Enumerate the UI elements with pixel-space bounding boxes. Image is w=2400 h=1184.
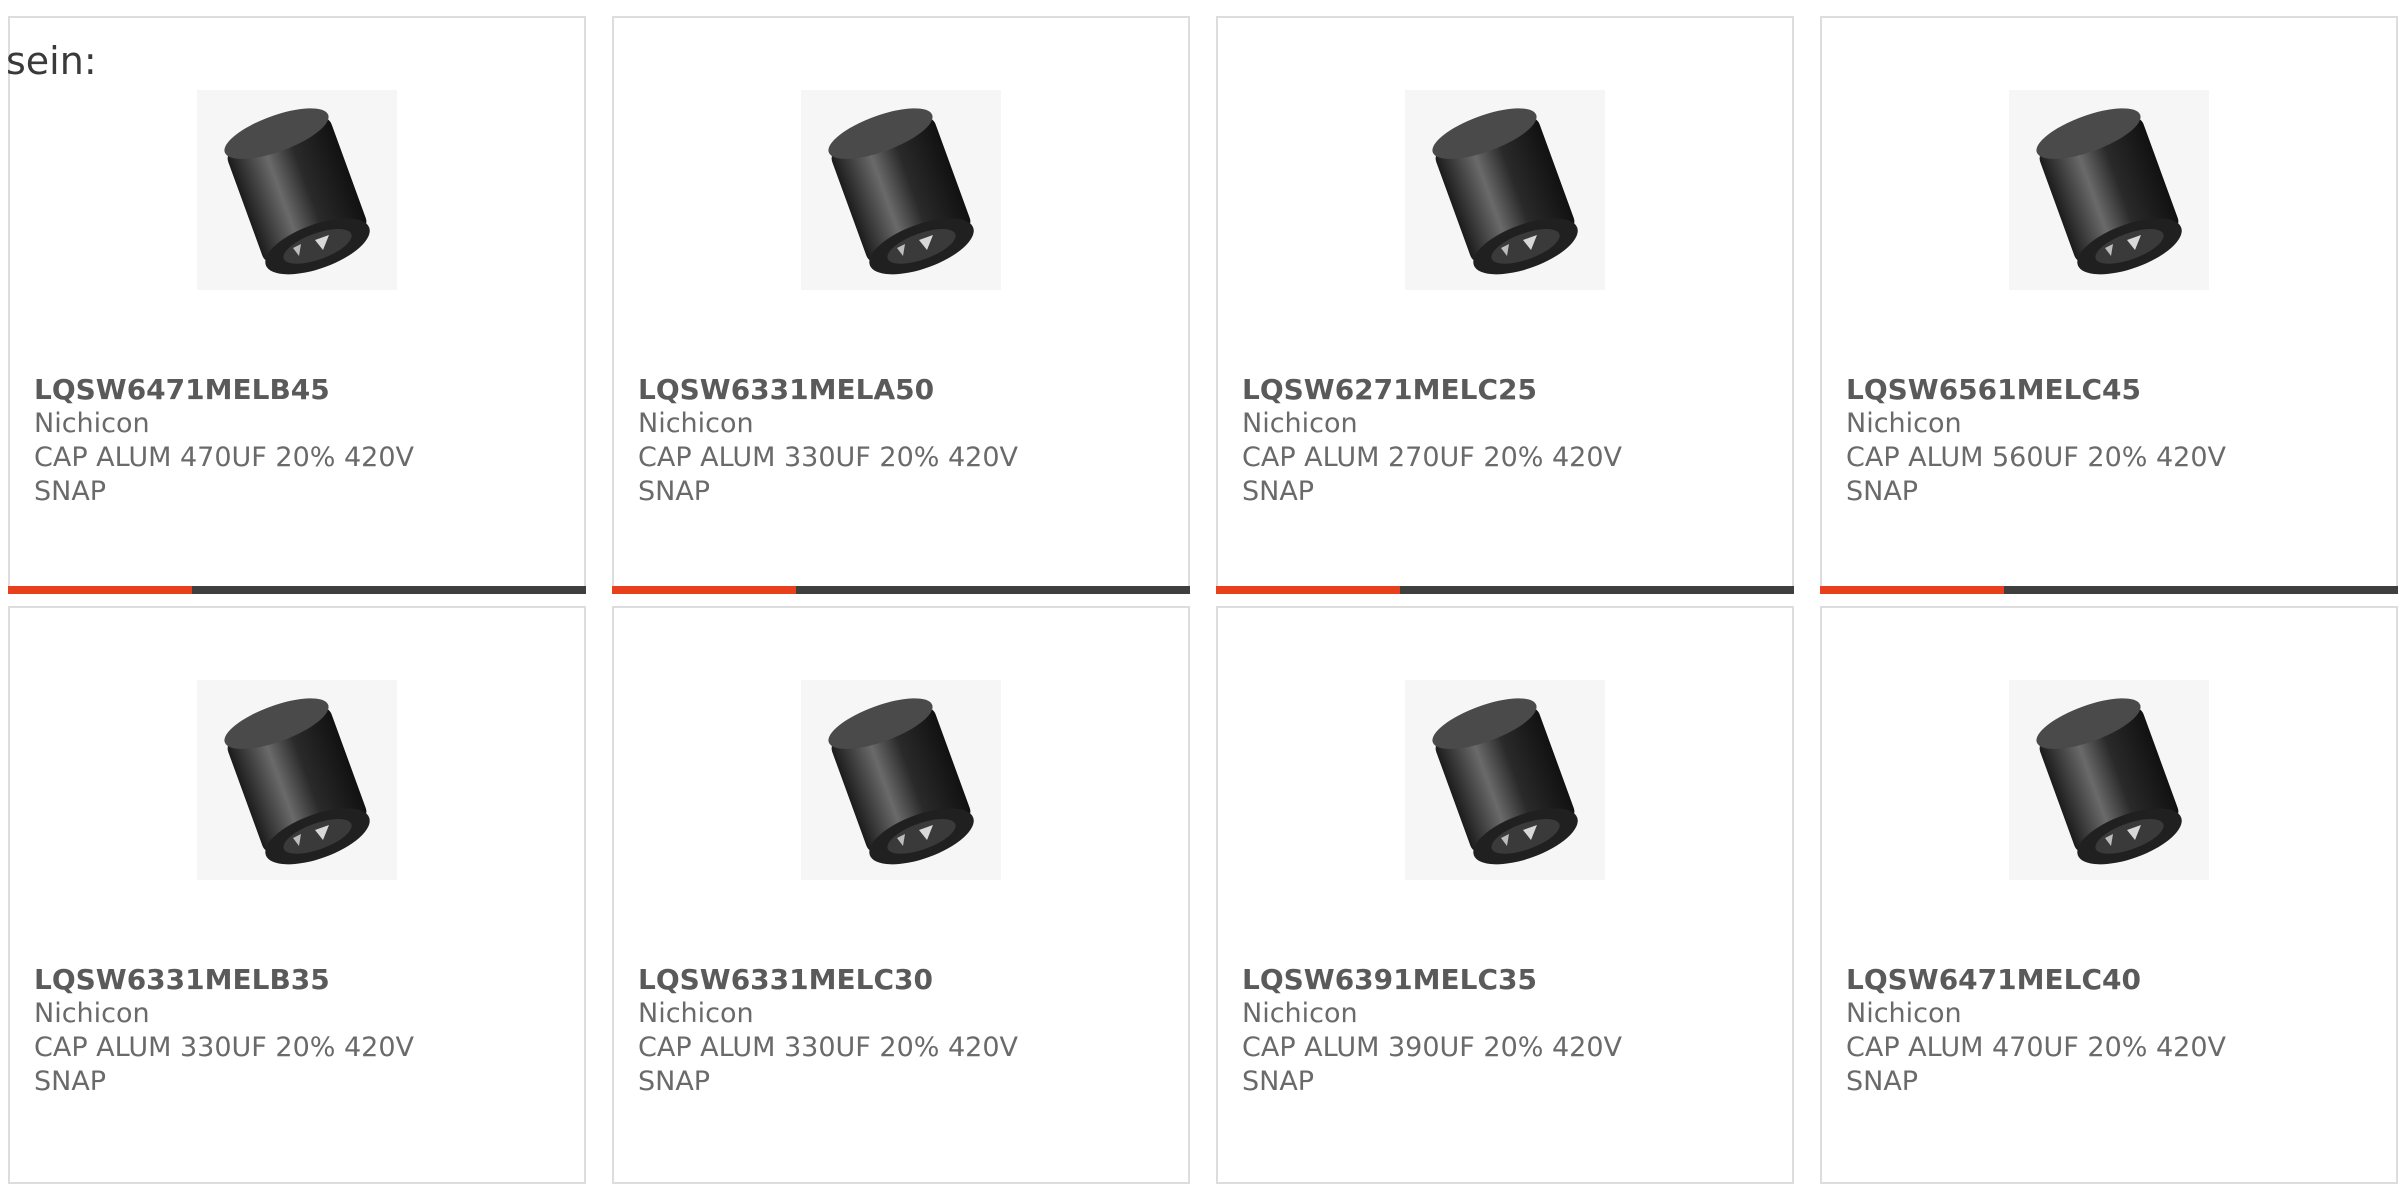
capacitor-icon[interactable]	[1405, 90, 1605, 290]
capacitor-icon[interactable]	[1405, 680, 1605, 880]
description: CAP ALUM 470UF 20% 420V	[34, 442, 415, 473]
manufacturer: Nichicon	[638, 408, 754, 439]
description: CAP ALUM 390UF 20% 420V	[1242, 1032, 1623, 1063]
product-card[interactable]: LQSW6271MELC25 Nichicon CAP ALUM 270UF 2…	[1216, 16, 1794, 594]
description: CAP ALUM 560UF 20% 420V	[1846, 442, 2227, 473]
description-suffix: SNAP	[34, 1066, 107, 1097]
manufacturer: Nichicon	[638, 998, 754, 1029]
description: CAP ALUM 270UF 20% 420V	[1242, 442, 1623, 473]
description-suffix: SNAP	[638, 1066, 711, 1097]
description-suffix: SNAP	[1846, 1066, 1919, 1097]
product-card[interactable]: LQSW6391MELC35 Nichicon CAP ALUM 390UF 2…	[1216, 606, 1794, 1184]
manufacturer: Nichicon	[34, 408, 150, 439]
product-grid: LQSW6471MELB45 Nichicon CAP ALUM 470UF 2…	[0, 0, 2400, 1184]
card-accent	[612, 586, 796, 594]
part-number[interactable]: LQSW6471MELC40	[1846, 963, 2356, 997]
card-accent	[8, 586, 192, 594]
part-number[interactable]: LQSW6271MELC25	[1242, 373, 1752, 407]
description-suffix: SNAP	[1846, 476, 1919, 507]
capacitor-icon[interactable]	[197, 90, 397, 290]
product-card[interactable]: LQSW6331MELB35 Nichicon CAP ALUM 330UF 2…	[8, 606, 586, 1184]
part-number[interactable]: LQSW6471MELB45	[34, 373, 544, 407]
part-number[interactable]: LQSW6561MELC45	[1846, 373, 2356, 407]
card-bottom-bar	[8, 586, 586, 594]
manufacturer: Nichicon	[1242, 408, 1358, 439]
card-accent	[1216, 586, 1400, 594]
product-card[interactable]: LQSW6561MELC45 Nichicon CAP ALUM 560UF 2…	[1820, 16, 2398, 594]
description: CAP ALUM 330UF 20% 420V	[638, 442, 1019, 473]
manufacturer: Nichicon	[1846, 998, 1962, 1029]
card-accent	[1820, 586, 2004, 594]
description-suffix: SNAP	[34, 476, 107, 507]
capacitor-icon[interactable]	[2009, 680, 2209, 880]
part-number[interactable]: LQSW6391MELC35	[1242, 963, 1752, 997]
description-suffix: SNAP	[638, 476, 711, 507]
description-suffix: SNAP	[1242, 476, 1315, 507]
manufacturer: Nichicon	[1846, 408, 1962, 439]
product-card[interactable]: LQSW6471MELC40 Nichicon CAP ALUM 470UF 2…	[1820, 606, 2398, 1184]
card-bottom-bar	[1216, 586, 1794, 594]
intro-text: sein:	[6, 39, 97, 83]
description: CAP ALUM 470UF 20% 420V	[1846, 1032, 2227, 1063]
card-bottom-bar	[612, 586, 1190, 594]
capacitor-icon[interactable]	[801, 680, 1001, 880]
description-suffix: SNAP	[1242, 1066, 1315, 1097]
description: CAP ALUM 330UF 20% 420V	[638, 1032, 1019, 1063]
manufacturer: Nichicon	[34, 998, 150, 1029]
capacitor-icon[interactable]	[197, 680, 397, 880]
manufacturer: Nichicon	[1242, 998, 1358, 1029]
part-number[interactable]: LQSW6331MELC30	[638, 963, 1148, 997]
product-card[interactable]: LQSW6471MELB45 Nichicon CAP ALUM 470UF 2…	[8, 16, 586, 594]
capacitor-icon[interactable]	[801, 90, 1001, 290]
product-card[interactable]: LQSW6331MELC30 Nichicon CAP ALUM 330UF 2…	[612, 606, 1190, 1184]
part-number[interactable]: LQSW6331MELB35	[34, 963, 544, 997]
product-card[interactable]: LQSW6331MELA50 Nichicon CAP ALUM 330UF 2…	[612, 16, 1190, 594]
description: CAP ALUM 330UF 20% 420V	[34, 1032, 415, 1063]
capacitor-icon[interactable]	[2009, 90, 2209, 290]
part-number[interactable]: LQSW6331MELA50	[638, 373, 1148, 407]
card-bottom-bar	[1820, 586, 2398, 594]
